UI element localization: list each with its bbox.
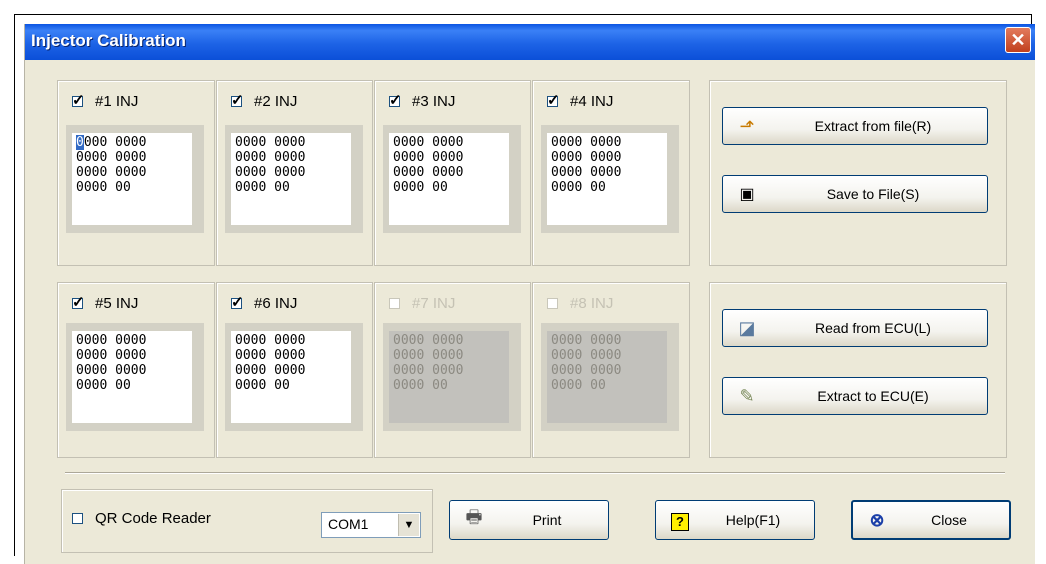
injector-2-code-field[interactable]: 0000 0000 0000 0000 0000 0000 0000 00: [231, 133, 351, 225]
help-label: Help(F1): [725, 512, 781, 528]
injector-5-checkbox[interactable]: [72, 293, 85, 311]
injector-6-well: 0000 0000 0000 0000 0000 0000 0000 00: [225, 323, 363, 431]
com-port-select[interactable]: COM1 ▼: [321, 512, 421, 538]
injector-1-code-field[interactable]: 0000 0000 0000 0000 0000 0000 0000 00: [72, 133, 192, 225]
ecu-read-icon: ◪: [738, 317, 756, 338]
injector-7-code-field: 0000 0000 0000 0000 0000 0000 0000 00: [389, 331, 509, 423]
injector-7-well: 0000 0000 0000 0000 0000 0000 0000 00: [383, 323, 521, 431]
close-button[interactable]: ⊗ Close: [851, 500, 1011, 540]
injector-3-label: #3 INJ: [412, 93, 456, 110]
print-label: Print: [532, 512, 562, 528]
injector-group-7: #7 INJ 0000 0000 0000 0000 0000 0000 000…: [374, 282, 531, 458]
ecu-operations-group: ◪ Read from ECU(L) ✎ Extract to ECU(E): [709, 282, 1007, 458]
chevron-down-icon[interactable]: ▼: [398, 514, 419, 536]
injector-6-label: #6 INJ: [254, 295, 298, 312]
injector-group-1: #1 INJ 0000 0000 0000 0000 0000 0000 000…: [57, 80, 215, 266]
injector-2-well: 0000 0000 0000 0000 0000 0000 0000 00: [225, 125, 363, 233]
injector-6-checkbox[interactable]: [231, 293, 244, 311]
extract-from-file-label: Extract from file(R): [814, 118, 932, 134]
injector-6-code-field[interactable]: 0000 0000 0000 0000 0000 0000 0000 00: [231, 331, 351, 423]
injector-group-8: #8 INJ 0000 0000 0000 0000 0000 0000 000…: [532, 282, 690, 458]
floppy-disk-icon: ▣: [739, 186, 755, 203]
print-button[interactable]: 🖶 Print: [449, 500, 609, 540]
extract-to-ecu-label: Extract to ECU(E): [817, 388, 929, 404]
read-from-ecu-button[interactable]: ◪ Read from ECU(L): [722, 309, 988, 347]
injector-3-code-field[interactable]: 0000 0000 0000 0000 0000 0000 0000 00: [389, 133, 509, 225]
help-button[interactable]: ? Help(F1): [655, 500, 815, 540]
injector-7-checkbox[interactable]: [389, 298, 400, 309]
injector-2-checkbox[interactable]: [231, 91, 244, 109]
folder-arrow-icon: ⬏: [739, 115, 755, 136]
injector-1-checkbox[interactable]: [72, 91, 85, 109]
injector-5-label: #5 INJ: [95, 295, 139, 312]
injector-4-label: #4 INJ: [570, 93, 614, 110]
save-to-file-button[interactable]: ▣ Save to File(S): [722, 175, 988, 213]
injector-2-label: #2 INJ: [254, 93, 298, 110]
injector-group-3: #3 INJ 0000 0000 0000 0000 0000 0000 000…: [374, 80, 531, 266]
injector-4-code-field[interactable]: 0000 0000 0000 0000 0000 0000 0000 00: [547, 133, 667, 225]
injector-5-well: 0000 0000 0000 0000 0000 0000 0000 00: [66, 323, 204, 431]
injector-1-well: 0000 0000 0000 0000 0000 0000 0000 00: [66, 125, 204, 233]
injector-group-6: #6 INJ 0000 0000 0000 0000 0000 0000 000…: [216, 282, 373, 458]
injector-8-label: #8 INJ: [570, 295, 614, 312]
com-port-value: COM1: [328, 516, 369, 532]
injector-4-well: 0000 0000 0000 0000 0000 0000 0000 00: [541, 125, 679, 233]
file-operations-group: ⬏ Extract from file(R) ▣ Save to File(S): [709, 80, 1007, 266]
injector-group-4: #4 INJ 0000 0000 0000 0000 0000 0000 000…: [532, 80, 690, 266]
pen-write-icon: ✎: [739, 385, 755, 406]
read-from-ecu-label: Read from ECU(L): [815, 320, 931, 336]
injector-1-label: #1 INJ: [95, 93, 139, 110]
printer-icon: 🖶: [465, 507, 483, 527]
injector-3-checkbox[interactable]: [389, 91, 402, 109]
injector-group-2: #2 INJ 0000 0000 0000 0000 0000 0000 000…: [216, 80, 373, 266]
injector-8-checkbox[interactable]: [547, 298, 558, 309]
injector-4-checkbox[interactable]: [547, 91, 560, 109]
close-circle-icon: ⊗: [869, 509, 885, 530]
separator-highlight: [65, 473, 1005, 474]
extract-from-file-button[interactable]: ⬏ Extract from file(R): [722, 107, 988, 145]
injector-7-label: #7 INJ: [412, 295, 456, 312]
injector-5-code-field[interactable]: 0000 0000 0000 0000 0000 0000 0000 00: [72, 331, 192, 423]
injector-calibration-window: Injector Calibration ✕ #1 INJ 0000 0000 …: [24, 24, 1035, 564]
qr-code-reader-label: QR Code Reader: [95, 510, 211, 527]
save-to-file-label: Save to File(S): [826, 186, 920, 202]
extract-to-ecu-button[interactable]: ✎ Extract to ECU(E): [722, 377, 988, 415]
injector-8-well: 0000 0000 0000 0000 0000 0000 0000 00: [541, 323, 679, 431]
window-title: Injector Calibration: [31, 31, 186, 50]
title-bar[interactable]: Injector Calibration ✕: [25, 24, 1035, 60]
qr-code-reader-checkbox[interactable]: [72, 513, 83, 524]
injector-8-code-field: 0000 0000 0000 0000 0000 0000 0000 00: [547, 331, 667, 423]
injector-group-5: #5 INJ 0000 0000 0000 0000 0000 0000 000…: [57, 282, 215, 458]
close-window-icon[interactable]: ✕: [1005, 27, 1031, 53]
close-label: Close: [931, 512, 967, 528]
help-icon: ?: [668, 510, 692, 531]
injector-3-well: 0000 0000 0000 0000 0000 0000 0000 00: [383, 125, 521, 233]
